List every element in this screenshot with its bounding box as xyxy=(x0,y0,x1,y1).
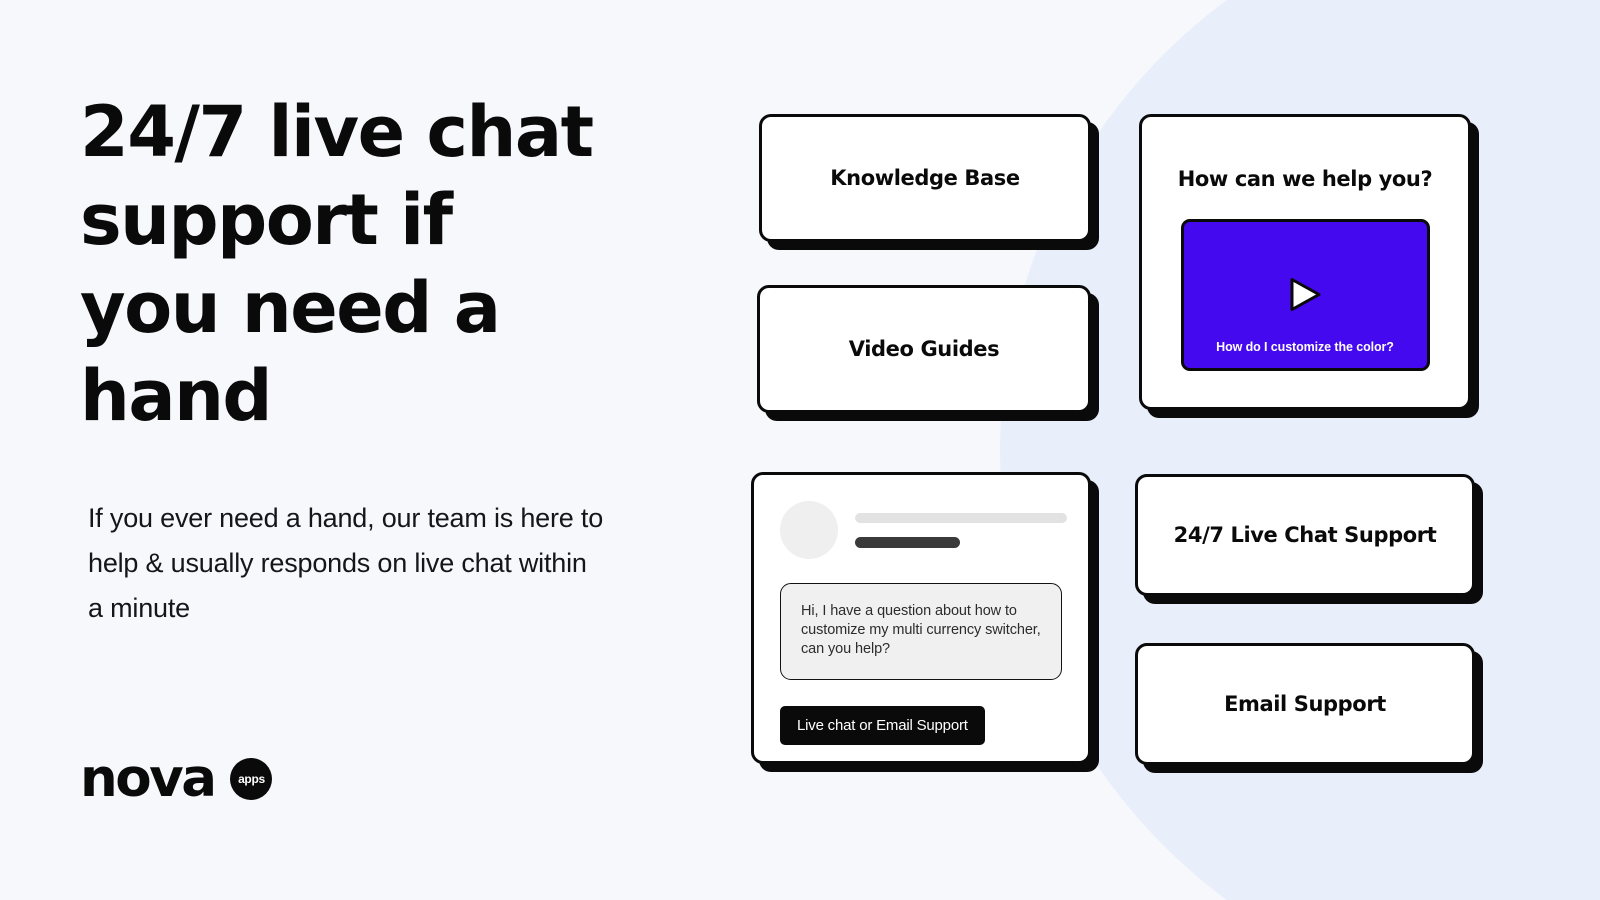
avatar xyxy=(780,501,838,559)
chat-header xyxy=(780,501,1067,559)
nova-apps-logo: nova apps xyxy=(80,748,273,809)
hero-subcopy: If you ever need a hand, our team is her… xyxy=(88,503,604,623)
logo-wordmark: nova xyxy=(80,748,217,809)
card-live-chat-support-label: 24/7 Live Chat Support xyxy=(1173,523,1437,547)
card-live-chat-widget[interactable]: Hi, I have a question about how to custo… xyxy=(751,472,1091,764)
video-caption: How do I customize the color? xyxy=(1216,340,1394,354)
card-live-chat-support[interactable]: 24/7 Live Chat Support xyxy=(1135,474,1475,596)
chat-widget-content: Hi, I have a question about how to custo… xyxy=(754,475,1088,761)
video-thumbnail[interactable]: How do I customize the color? xyxy=(1180,219,1430,371)
card-knowledge-base-label: Knowledge Base xyxy=(830,166,1020,190)
card-email-support-label: Email Support xyxy=(1224,692,1386,716)
help-card-content: How can we help you? How do I customize … xyxy=(1142,117,1468,407)
apps-badge-label: apps xyxy=(238,771,265,786)
chat-message-bubble: Hi, I have a question about how to custo… xyxy=(780,583,1062,680)
card-video-guides[interactable]: Video Guides xyxy=(757,285,1091,413)
card-email-support[interactable]: Email Support xyxy=(1135,643,1475,765)
play-icon[interactable] xyxy=(1285,274,1325,316)
page-root: 24/7 live chat support if you need a han… xyxy=(0,0,1600,900)
chat-placeholder-lines xyxy=(855,512,1067,548)
chat-placeholder-line-dark xyxy=(855,536,960,548)
help-card-title: How can we help you? xyxy=(1177,167,1433,191)
card-how-can-we-help[interactable]: How can we help you? How do I customize … xyxy=(1139,114,1471,410)
card-video-guides-label: Video Guides xyxy=(848,337,1000,361)
live-chat-or-email-support-button[interactable]: Live chat or Email Support xyxy=(780,706,985,745)
page-title: 24/7 live chat support if you need a han… xyxy=(80,91,594,437)
hero-text-block: 24/7 live chat support if you need a han… xyxy=(80,88,680,631)
card-knowledge-base[interactable]: Knowledge Base xyxy=(759,114,1091,242)
apps-badge-icon: apps xyxy=(230,757,273,800)
chat-placeholder-line-light xyxy=(855,512,1067,523)
